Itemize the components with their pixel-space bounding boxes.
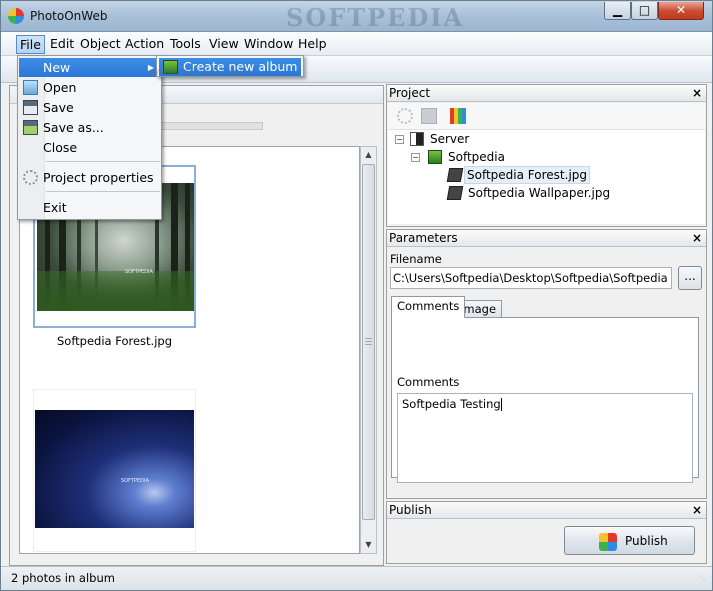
- tree-node-photo[interactable]: Softpedia Forest.jpg: [464, 166, 591, 184]
- menu-tools[interactable]: Tools: [167, 35, 204, 54]
- photo-file-icon: [446, 168, 464, 182]
- status-text: 2 photos in album: [11, 571, 115, 585]
- menu-item-label: Save as...: [43, 120, 104, 135]
- menu-item-new[interactable]: New ▶: [19, 58, 160, 77]
- collapse-icon[interactable]: −: [395, 135, 404, 144]
- publish-panel-header: Publish ×: [387, 502, 706, 519]
- panel-title: Parameters: [389, 231, 458, 245]
- close-icon[interactable]: ×: [692, 231, 702, 246]
- maximize-button[interactable]: □: [631, 2, 658, 20]
- wallpaper-image: SOFTPEDIA: [35, 410, 194, 528]
- menu-item-project-properties[interactable]: Project properties: [19, 168, 160, 187]
- publish-button[interactable]: Publish: [564, 526, 695, 555]
- folder-open-icon: [23, 80, 38, 95]
- menu-help[interactable]: Help: [295, 35, 330, 54]
- text-caret: [500, 398, 502, 411]
- grip-icon: — — —: [365, 334, 372, 348]
- parameters-panel-header: Parameters ×: [387, 230, 706, 247]
- gallery-scrollbar[interactable]: ▲ — — — ▼: [360, 146, 377, 554]
- thumb-watermark: SOFTPEDIA: [121, 478, 149, 484]
- menu-view[interactable]: View: [206, 35, 242, 54]
- main-window: PhotoOnWeb SOFTPEDIA ▁ □ ✕ File Edit Obj…: [0, 0, 713, 591]
- gear-icon[interactable]: [397, 108, 413, 124]
- gear-icon: [23, 170, 38, 185]
- album-progress-bar: [151, 122, 263, 130]
- close-icon: ✕: [675, 3, 687, 17]
- filename-field[interactable]: C:\Users\Softpedia\Desktop\Softpedia\Sof…: [390, 267, 672, 289]
- menu-item-save-as[interactable]: Save as...: [19, 118, 160, 137]
- publish-button-label: Publish: [625, 534, 668, 548]
- photo-caption: Softpedia Forest.jpg: [56, 334, 172, 348]
- close-icon[interactable]: ×: [692, 503, 702, 518]
- menu-separator: [46, 161, 160, 162]
- watermark-url: www.softpedia.com: [151, 67, 249, 78]
- menu-object[interactable]: Object: [77, 35, 124, 54]
- project-tree[interactable]: − Server − Softpedia Softpedia Forest.jp…: [388, 129, 705, 224]
- scroll-thumb[interactable]: — — —: [362, 164, 375, 520]
- window-title: PhotoOnWeb: [30, 9, 108, 23]
- project-panel: Project × − Server − Softpedia Softpedia…: [386, 84, 707, 227]
- menu-item-open[interactable]: Open: [19, 78, 160, 97]
- close-icon[interactable]: ×: [692, 86, 702, 101]
- server-icon: [410, 132, 424, 146]
- scroll-up-icon[interactable]: ▲: [362, 148, 375, 162]
- menu-file[interactable]: File: [16, 35, 45, 54]
- comments-label: Comments: [397, 375, 460, 389]
- panel-title: Publish: [389, 503, 432, 517]
- watermark-logo: SOFTPEDIA: [286, 3, 465, 32]
- menu-window[interactable]: Window: [241, 35, 296, 54]
- tree-node-photo[interactable]: Softpedia Wallpaper.jpg: [468, 185, 610, 203]
- album-icon: [428, 150, 442, 164]
- menu-item-label: Save: [43, 100, 74, 115]
- menu-action[interactable]: Action: [122, 35, 167, 54]
- menu-item-label: Project properties: [43, 170, 154, 185]
- browse-button[interactable]: ...: [678, 266, 702, 290]
- floppy-icon: [23, 100, 38, 115]
- menu-item-save[interactable]: Save: [19, 98, 160, 117]
- menu-bar: File Edit Object Action Tools View Windo…: [1, 32, 712, 56]
- thumb-watermark: SOFTPEDIA: [125, 269, 153, 275]
- menu-item-exit[interactable]: Exit: [19, 198, 160, 217]
- minimize-icon: ▁: [612, 3, 623, 17]
- maximize-icon: □: [638, 3, 651, 17]
- menu-item-close[interactable]: Close: [19, 138, 160, 157]
- palette-icon[interactable]: [450, 108, 466, 124]
- project-panel-header: Project ×: [387, 85, 706, 102]
- publish-panel: Publish × Publish: [386, 501, 707, 564]
- save-as-icon: [23, 120, 38, 135]
- tree-node-server[interactable]: Server: [430, 131, 469, 149]
- close-button[interactable]: ✕: [658, 2, 704, 20]
- tree-node-album[interactable]: Softpedia: [448, 149, 505, 167]
- export-icon[interactable]: [421, 108, 437, 124]
- menu-item-label: New: [43, 60, 71, 75]
- comments-text: Softpedia Testing: [402, 397, 501, 411]
- comments-textarea[interactable]: Softpedia Testing: [397, 393, 693, 483]
- tab-comments[interactable]: Comments: [391, 296, 466, 318]
- title-bar[interactable]: PhotoOnWeb SOFTPEDIA ▁ □ ✕: [1, 1, 712, 32]
- publish-icon: [599, 533, 617, 551]
- comments-tab-page: Comments Softpedia Testing: [391, 317, 699, 483]
- photo-file-icon: [446, 186, 464, 200]
- menu-item-label: Open: [43, 80, 77, 95]
- status-bar: 2 photos in album ⋱: [1, 566, 712, 590]
- scroll-down-icon[interactable]: ▼: [362, 538, 375, 552]
- project-toolbar: [388, 103, 705, 129]
- menu-separator: [46, 191, 160, 192]
- menu-item-label: Exit: [43, 200, 67, 215]
- parameters-panel: Parameters × Filename C:\Users\Softpedia…: [386, 229, 707, 499]
- minimize-button[interactable]: ▁: [604, 2, 631, 20]
- menu-edit[interactable]: Edit: [47, 35, 77, 54]
- app-icon[interactable]: [8, 8, 24, 24]
- menu-item-label: Close: [43, 140, 78, 155]
- file-menu: New ▶ Open Save Save as... Close Project…: [17, 55, 162, 220]
- resize-grip-icon[interactable]: ⋱: [699, 576, 709, 587]
- filename-label: Filename: [390, 252, 442, 266]
- panel-title: Project: [389, 86, 431, 100]
- collapse-icon[interactable]: −: [411, 153, 420, 162]
- photo-thumbnail[interactable]: SOFTPEDIA: [33, 389, 196, 552]
